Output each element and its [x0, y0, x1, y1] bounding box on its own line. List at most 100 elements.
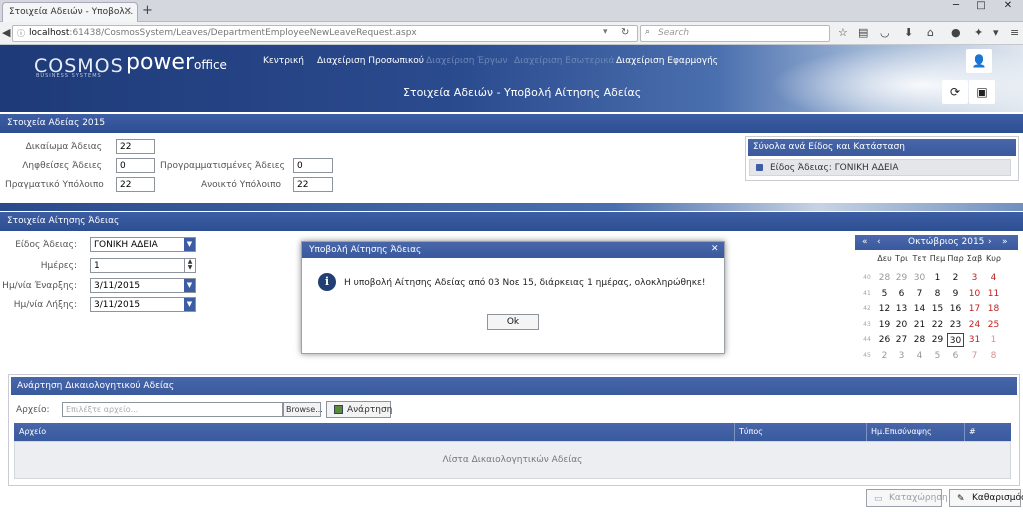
browse-button[interactable]: Browse...: [283, 402, 323, 417]
maximize-icon[interactable]: □: [968, 0, 994, 16]
upload-button[interactable]: Ανάρτηση: [326, 401, 392, 418]
reading-list-icon[interactable]: ▤: [858, 26, 868, 39]
clear-button[interactable]: ✎ Καθαρισμός: [949, 489, 1023, 507]
minimize-icon[interactable]: ─: [943, 0, 969, 16]
calendar-day[interactable]: 4: [911, 349, 928, 363]
weekday-header: Κυρ: [986, 254, 1001, 263]
calendar-day[interactable]: 5: [876, 287, 893, 301]
calendar-day[interactable]: 10: [966, 287, 983, 301]
end-date-picker[interactable]: 3/11/2015 ▼: [90, 297, 196, 312]
calendar-day[interactable]: 25: [985, 318, 1002, 332]
poweroffice-logo: poweroffice: [126, 50, 227, 75]
browser-search-input[interactable]: ⌕ Search: [640, 25, 830, 42]
calendar-day[interactable]: 7: [966, 349, 983, 363]
calendar-day[interactable]: 29: [929, 333, 946, 347]
prev-year-icon[interactable]: «: [862, 237, 868, 247]
next-month-icon[interactable]: ›: [988, 237, 992, 247]
home-icon[interactable]: ⌂: [927, 26, 934, 39]
column-separator: [734, 423, 735, 441]
download-icon[interactable]: ⬇: [904, 26, 913, 39]
calendar-day[interactable]: 17: [966, 302, 983, 316]
calendar-day[interactable]: 21: [911, 318, 928, 332]
chevron-down-icon[interactable]: ▼: [184, 298, 195, 311]
calendar-day[interactable]: 4: [985, 271, 1002, 285]
calendar-day[interactable]: 31: [966, 333, 983, 347]
prev-month-icon[interactable]: ‹: [877, 237, 881, 247]
calendar-day[interactable]: 26: [876, 333, 893, 347]
calendar-day[interactable]: 14: [911, 302, 928, 316]
extension-icon[interactable]: ✦: [974, 26, 983, 39]
modal-close-icon[interactable]: ✕: [711, 244, 719, 254]
calendar-day[interactable]: 6: [947, 349, 964, 363]
open-balance-label: Ανοικτό Υπόλοιπο: [200, 180, 281, 190]
calendar-day[interactable]: 2: [947, 271, 964, 285]
calendar-day[interactable]: 20: [893, 318, 910, 332]
refresh-icon[interactable]: ⟳: [942, 80, 968, 104]
ok-button[interactable]: Ok: [487, 314, 539, 330]
scheduled-field: 0: [293, 158, 333, 173]
calendar-day[interactable]: 30: [911, 271, 928, 285]
calendar-day[interactable]: 13: [893, 302, 910, 316]
back-icon[interactable]: ◀: [2, 26, 10, 39]
user-icon[interactable]: 👤: [966, 49, 992, 73]
calendar-day[interactable]: 16: [947, 302, 964, 316]
totals-row[interactable]: Είδος Άδειας: ΓΟΝΙΚΗ ΑΔΕΙΑ: [749, 159, 1011, 176]
calendar-day[interactable]: 29: [893, 271, 910, 285]
calendar-day[interactable]: 1: [985, 333, 1002, 347]
menu-internal[interactable]: Διαχείριση Εσωτερικά: [514, 56, 614, 66]
calendar-day[interactable]: 8: [985, 349, 1002, 363]
calendar-day[interactable]: 30: [947, 333, 964, 348]
submit-button[interactable]: ▭ Καταχώρηση: [866, 489, 948, 507]
calendar-day[interactable]: 12: [876, 302, 893, 316]
menu-projects[interactable]: Διαχείριση Έργων: [426, 56, 508, 66]
chevron-down-icon[interactable]: ▼: [184, 238, 195, 251]
column-file[interactable]: Αρχείο: [19, 427, 46, 436]
column-date[interactable]: Ημ.Επισύναψης: [871, 427, 932, 436]
menu-app-admin[interactable]: Διαχείριση Εφαρμογής: [616, 56, 718, 66]
calendar-day[interactable]: 2: [876, 349, 893, 363]
browser-tab[interactable]: Στοιχεία Αδειών - Υποβολ... ✕: [2, 2, 138, 22]
calendar-day[interactable]: 9: [947, 287, 964, 301]
calendar-day[interactable]: 1: [929, 271, 946, 285]
calendar-day[interactable]: 11: [985, 287, 1002, 301]
dropdown-icon[interactable]: ▾: [603, 27, 608, 37]
url-bar[interactable]: ⓘ localhost:61438/CosmosSystem/Leaves/De…: [12, 25, 638, 42]
menu-staff-management[interactable]: Διαχείριση Προσωπικού: [317, 56, 424, 66]
menu-icon[interactable]: ≡: [1010, 26, 1019, 39]
new-tab-icon[interactable]: +: [142, 3, 153, 18]
close-window-icon[interactable]: ✕: [995, 0, 1021, 16]
calendar-day[interactable]: 27: [893, 333, 910, 347]
bookmark-star-icon[interactable]: ☆: [838, 26, 848, 39]
calendar-day[interactable]: 19: [876, 318, 893, 332]
menu-home[interactable]: Κεντρική: [263, 56, 304, 66]
days-stepper[interactable]: 1 ▲ ▼: [90, 258, 196, 273]
extension-dropdown-icon[interactable]: ▾: [993, 26, 999, 39]
chevron-down-icon[interactable]: ▼: [184, 279, 195, 292]
close-tab-icon[interactable]: ✕: [124, 6, 132, 17]
calendar-day[interactable]: 15: [929, 302, 946, 316]
attachments-empty-text: Λίστα Δικαιολογητικών Αδείας: [442, 455, 583, 465]
expand-icon[interactable]: [756, 164, 763, 171]
calendar-day[interactable]: 18: [985, 302, 1002, 316]
pocket-icon[interactable]: ◡: [880, 26, 890, 39]
calendar-day[interactable]: 5: [929, 349, 946, 363]
file-input[interactable]: Επιλέξτε αρχείο...: [62, 402, 283, 417]
stepper-arrows-icon[interactable]: ▲ ▼: [184, 259, 195, 272]
calendar-day[interactable]: 8: [929, 287, 946, 301]
column-type[interactable]: Τύπος: [739, 427, 763, 436]
calendar-day[interactable]: 7: [911, 287, 928, 301]
start-date-picker[interactable]: 3/11/2015 ▼: [90, 278, 196, 293]
reload-icon[interactable]: ↻: [621, 27, 629, 38]
window-icon[interactable]: ▣: [969, 80, 995, 104]
calendar-day[interactable]: 3: [966, 271, 983, 285]
calendar-day[interactable]: 22: [929, 318, 946, 332]
chat-icon[interactable]: ●: [951, 26, 961, 39]
calendar-day[interactable]: 24: [966, 318, 983, 332]
calendar-day[interactable]: 6: [893, 287, 910, 301]
calendar-day[interactable]: 3: [893, 349, 910, 363]
calendar-day[interactable]: 28: [911, 333, 928, 347]
leave-type-select[interactable]: ΓΟΝΙΚΗ ΑΔΕΙΑ ▼: [90, 237, 196, 252]
next-year-icon[interactable]: »: [1002, 237, 1008, 247]
calendar-day[interactable]: 28: [876, 271, 893, 285]
calendar-day[interactable]: 23: [947, 318, 964, 332]
